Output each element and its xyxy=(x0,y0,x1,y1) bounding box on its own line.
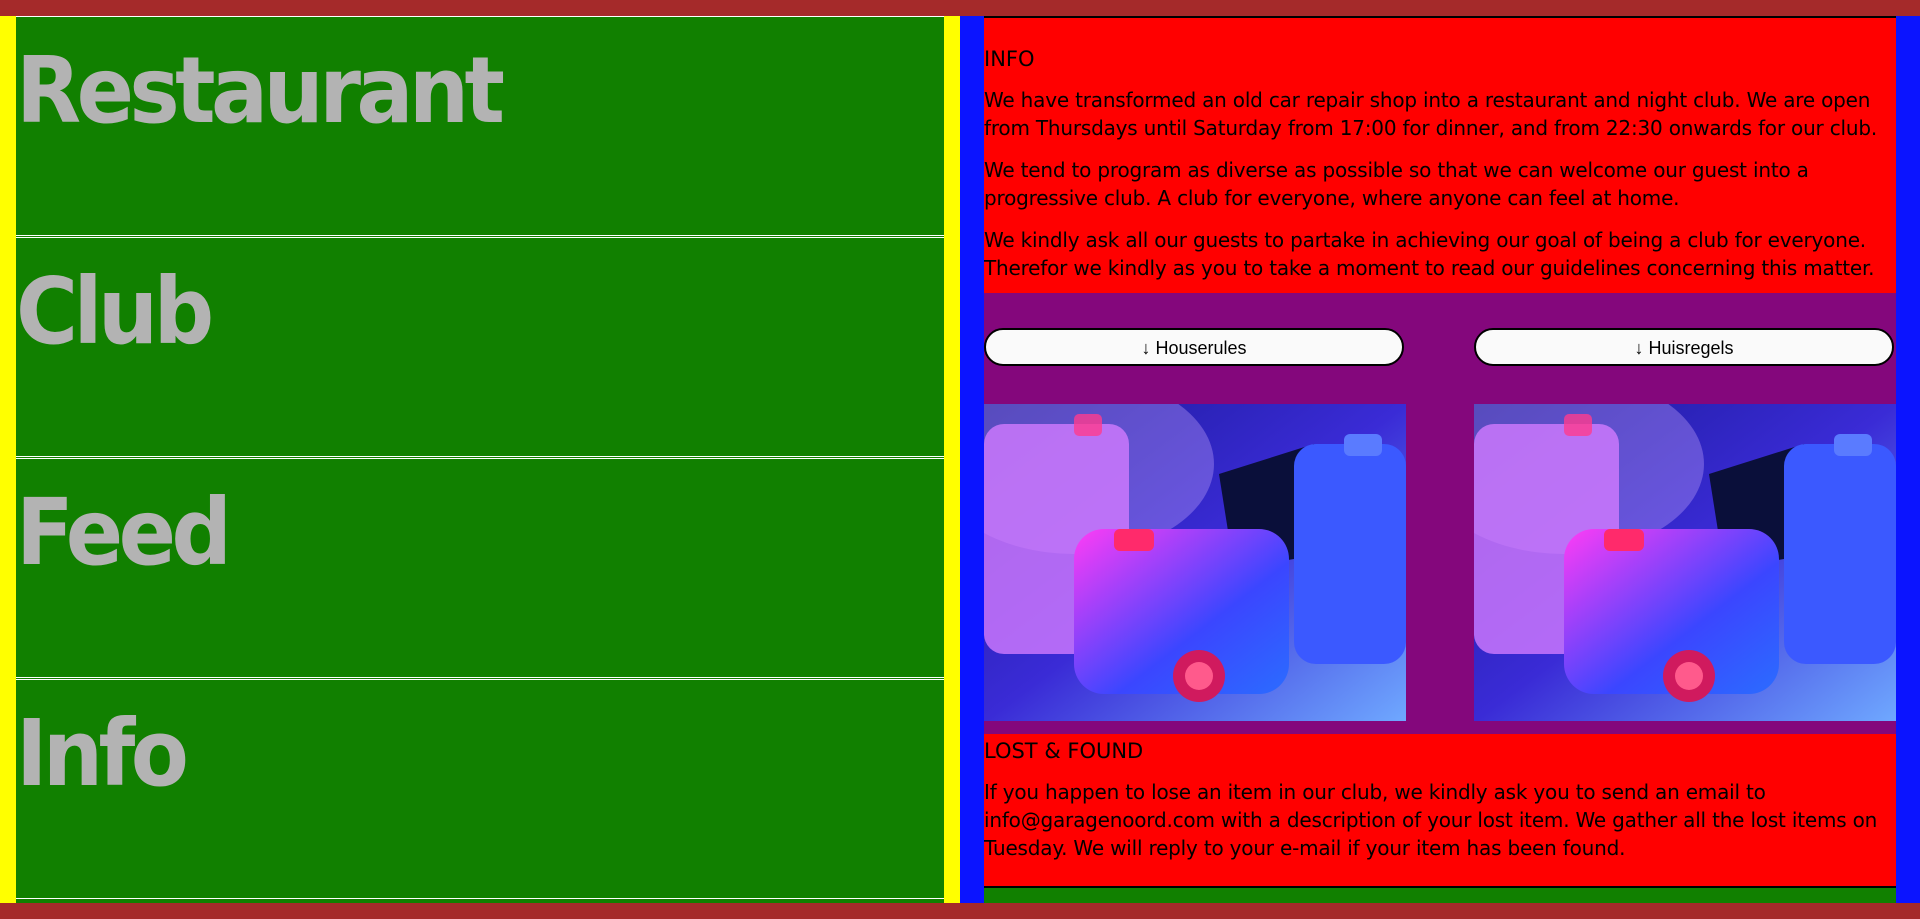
nav-item-info[interactable]: Info xyxy=(16,679,944,899)
main-nav: Restaurant Club Feed Info xyxy=(16,16,944,903)
photo-houserules xyxy=(984,404,1406,721)
nav-item-label: Restaurant xyxy=(16,37,505,144)
houserules-download-button[interactable]: ↓ Houserules xyxy=(984,328,1404,366)
left-frame: Restaurant Club Feed Info xyxy=(0,16,960,903)
nav-item-label: Info xyxy=(16,700,189,807)
downloads-band: ↓ Houserules ↓ Huisregels xyxy=(984,293,1896,734)
info-paragraph-2: We tend to program as diverse as possibl… xyxy=(984,158,1809,210)
info-title: INFO xyxy=(984,47,1035,71)
nav-item-restaurant[interactable]: Restaurant xyxy=(16,16,944,236)
info-panel: INFO We have transformed an old car repa… xyxy=(984,16,1896,903)
next-section-strip xyxy=(984,888,1896,903)
photo-huisregels xyxy=(1474,404,1896,721)
lost-found-paragraph: If you happen to lose an item in our clu… xyxy=(984,780,1878,860)
divider xyxy=(984,16,1896,18)
info-paragraph-3: We kindly ask all our guests to partake … xyxy=(984,228,1875,280)
lost-found-title: LOST & FOUND xyxy=(984,739,1144,763)
huisregels-download-button[interactable]: ↓ Huisregels xyxy=(1474,328,1894,366)
nav-item-label: Feed xyxy=(16,479,232,586)
info-paragraph-1: We have transformed an old car repair sh… xyxy=(984,88,1878,140)
right-frame: INFO We have transformed an old car repa… xyxy=(960,16,1920,903)
nav-item-club[interactable]: Club xyxy=(16,237,944,457)
nav-item-label: Club xyxy=(16,258,214,365)
nav-item-feed[interactable]: Feed xyxy=(16,458,944,678)
